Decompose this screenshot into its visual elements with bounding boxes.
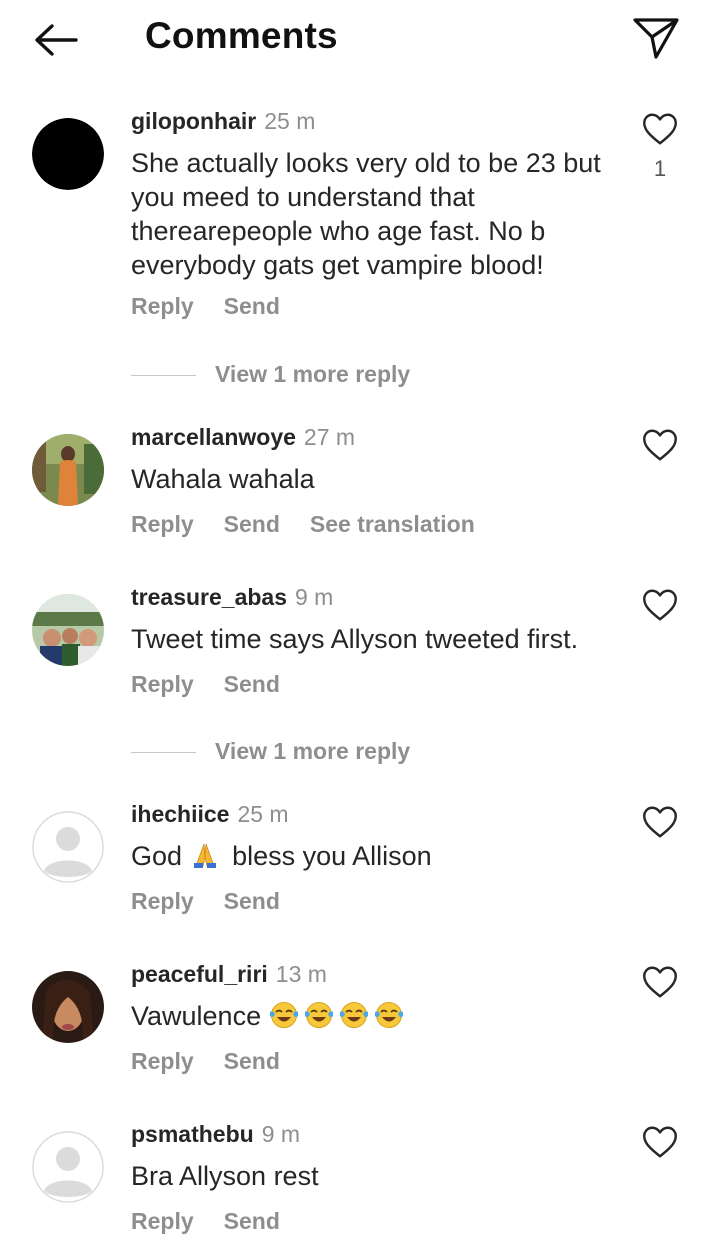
comment-actions: Reply Send [131,671,310,698]
comment-meta: treasure_abas 9 m [131,584,333,611]
tears-of-joy-icon [374,1001,404,1029]
send-button[interactable]: Send [224,888,280,914]
photo-avatar [32,594,104,666]
photo-avatar [32,971,104,1043]
reply-button[interactable]: Reply [131,888,194,914]
comment-actions: Reply Send [131,1208,310,1235]
heart-icon[interactable] [642,805,678,839]
tears-of-joy-icon [269,1001,299,1029]
comment-text-after-emoji: bless you Allison [232,841,432,871]
see-translation-button[interactable]: See translation [310,511,475,537]
avatar[interactable] [32,971,104,1043]
avatar[interactable] [32,434,104,506]
comment-text: Wahala wahala [131,464,315,494]
username[interactable]: ihechiice [131,801,229,827]
paper-plane-icon [633,18,679,59]
timestamp: 27 m [303,424,356,450]
avatar[interactable] [32,118,104,190]
send-button[interactable]: Send [224,293,280,319]
heart-icon[interactable] [642,588,678,622]
comment-text: Bra Allyson rest [131,1161,319,1191]
timestamp: 25 m [237,801,289,827]
comment-text: She actually looks very old to be 23 but… [131,148,601,280]
folded-hands-icon [193,843,216,868]
timestamp: 25 m [264,108,316,134]
heart-icon[interactable] [642,428,678,462]
username[interactable]: treasure_abas [131,584,287,610]
timestamp: 9 m [295,584,334,610]
photo-avatar [32,434,104,506]
comment-text-before-emoji: God [131,841,183,871]
view-more-replies-label: View 1 more reply [215,738,411,764]
reply-button[interactable]: Reply [131,293,194,319]
reply-button[interactable]: Reply [131,1048,194,1074]
comment-meta: marcellanwoye 27 m [131,424,355,451]
timestamp: 9 m [261,1121,301,1147]
default-avatar [32,1131,104,1203]
reply-button[interactable]: Reply [131,1208,194,1234]
comment-meta: peaceful_riri 13 m [131,961,327,988]
comment-actions: Reply Send [131,1048,310,1075]
top-bar: Comments [0,0,720,80]
comment-actions: Reply Send [131,888,310,915]
avatar[interactable] [32,1131,104,1203]
username[interactable]: marcellanwoye [131,424,296,450]
heart-icon[interactable] [642,112,678,146]
share-button[interactable] [630,14,682,62]
tears-of-joy-icon [339,1001,369,1029]
comment-meta: giloponhair 25 m [131,108,315,135]
timestamp: 13 m [275,961,327,987]
comment-meta: psmathebu 9 m [131,1121,300,1148]
comment-text: God bless you Allison [131,839,611,873]
send-button[interactable]: Send [224,1208,280,1234]
heart-icon[interactable] [642,1125,678,1159]
view-more-replies[interactable]: View 1 more reply [131,361,531,391]
avatar[interactable] [32,594,104,666]
view-more-replies-label: View 1 more reply [215,361,411,387]
heart-icon[interactable] [642,965,678,999]
send-button[interactable]: Send [224,1048,280,1074]
tears-of-joy-icon [304,1001,334,1029]
send-button[interactable]: Send [224,511,280,537]
divider-line [131,752,196,753]
comment-actions: Reply Send See translation [131,511,505,538]
back-button[interactable] [28,18,84,62]
username[interactable]: peaceful_riri [131,961,268,987]
view-more-replies[interactable]: View 1 more reply [131,738,531,768]
username[interactable]: giloponhair [131,108,256,134]
arrow-left-icon [35,24,78,56]
reply-button[interactable]: Reply [131,511,194,537]
comment-text-main: Vawulence [131,1001,262,1031]
send-button[interactable]: Send [224,671,280,697]
comment-text: Tweet time says Allyson tweeted first. [131,624,579,654]
avatar[interactable] [32,811,104,883]
black-circle-avatar [32,118,104,190]
default-avatar [32,811,104,883]
like-count: 1 [653,156,667,181]
reply-button[interactable]: Reply [131,671,194,697]
page-title: Comments [145,15,338,56]
comment-meta: ihechiice 25 m [131,801,289,828]
comment-text: Vawulence [131,999,611,1033]
comment-actions: Reply Send [131,293,310,320]
divider-line [131,375,196,376]
username[interactable]: psmathebu [131,1121,254,1147]
